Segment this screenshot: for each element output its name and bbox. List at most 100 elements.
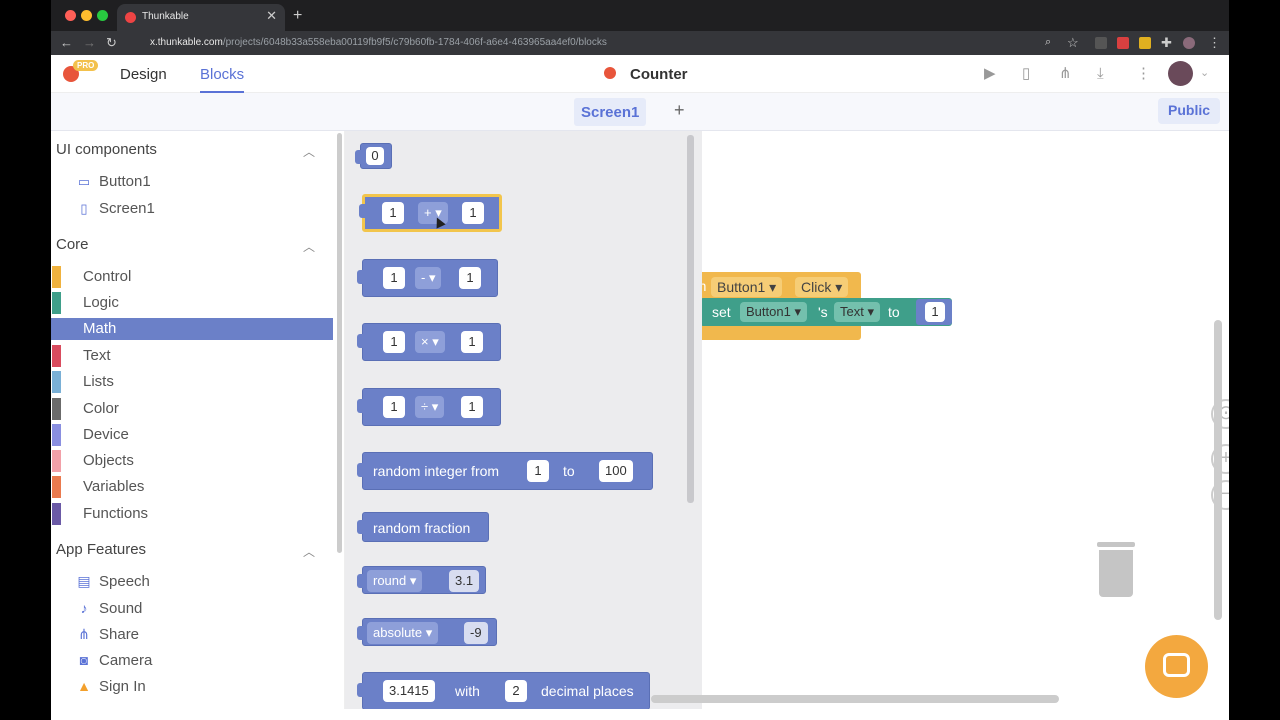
arithmetic-divide-block[interactable]: 1 ÷ ▾ 1 — [357, 388, 501, 426]
random-integer-block[interactable]: random integer from 1 to 100 — [357, 452, 653, 490]
property-dropdown[interactable]: Text ▾ — [834, 302, 880, 322]
operand-a-field[interactable]: 1 — [383, 331, 405, 353]
chat-support-button[interactable] — [1145, 635, 1208, 698]
chevron-up-icon[interactable]: ︿ — [303, 143, 315, 160]
sidebar-item-screen1[interactable]: ▯ Screen1 — [75, 200, 154, 217]
decimal-value-field[interactable]: 3.1415 — [383, 680, 435, 702]
workspace-vertical-scrollbar[interactable] — [1214, 320, 1222, 620]
sidebar-item-logic[interactable]: Logic — [51, 292, 333, 314]
project-title[interactable]: Counter — [630, 66, 688, 83]
decimal-places-block[interactable]: 3.1415 with 2 decimal places — [357, 672, 650, 709]
sidebar-item-control[interactable]: Control — [51, 266, 333, 288]
back-arrow-icon[interactable]: ← — [60, 35, 73, 50]
url-text[interactable]: x.thunkable.com/projects/6048b33a558eba0… — [150, 37, 607, 48]
sidebar-item-device[interactable]: Device — [51, 424, 333, 446]
section-ui-components[interactable]: UI components — [56, 141, 157, 158]
user-avatar[interactable] — [1168, 61, 1193, 86]
new-tab-button[interactable]: + — [293, 8, 302, 24]
extension-yellow-icon[interactable] — [1139, 37, 1151, 49]
tab-design[interactable]: Design — [120, 66, 167, 83]
random-from-field[interactable]: 1 — [527, 460, 549, 482]
browser-tabbar: Thunkable ✕ + — [51, 0, 1229, 31]
absolute-value-field[interactable]: -9 — [464, 622, 488, 644]
number-field[interactable]: 0 — [366, 147, 384, 165]
event-dropdown[interactable]: Click ▾ — [795, 277, 849, 297]
extension-icon[interactable] — [1095, 37, 1107, 49]
number-value-block[interactable]: 1 — [916, 299, 952, 325]
operand-b-field[interactable]: 1 — [459, 267, 481, 289]
arithmetic-subtract-block[interactable]: 1 - ▾ 1 — [357, 259, 498, 297]
section-core[interactable]: Core — [56, 236, 89, 253]
sidebar-item-text[interactable]: Text — [51, 345, 333, 367]
tab-close-icon[interactable]: ✕ — [266, 9, 277, 23]
operand-a-field[interactable]: 1 — [383, 396, 405, 418]
sidebar-item-functions[interactable]: Functions — [51, 503, 333, 525]
add-screen-button[interactable]: + — [674, 101, 685, 119]
random-to-field[interactable]: 100 — [599, 460, 633, 482]
sidebar-item-sound[interactable]: ♪ Sound — [75, 600, 143, 617]
operand-b-field[interactable]: 1 — [461, 396, 483, 418]
trash-icon[interactable] — [1097, 540, 1135, 598]
download-icon[interactable]: ⤓ — [1097, 65, 1104, 82]
set-property-block[interactable]: set Button1 ▾ 's Text ▾ to — [700, 298, 952, 326]
sidebar-item-objects[interactable]: Objects — [51, 450, 333, 472]
arithmetic-add-block[interactable]: 1 + ▾ 1 — [359, 194, 502, 232]
sidebar-item-share[interactable]: ⋔ Share — [75, 626, 139, 643]
operand-a-field[interactable]: 1 — [383, 267, 405, 289]
extension-red-icon[interactable] — [1117, 37, 1129, 49]
absolute-block[interactable]: absolute ▾ -9 — [357, 618, 497, 646]
browser-tab[interactable]: Thunkable ✕ — [117, 4, 285, 31]
operator-dropdown[interactable]: - ▾ — [415, 267, 442, 289]
sidebar-item-camera[interactable]: ◙ Camera — [75, 652, 153, 669]
live-test-phone-icon[interactable]: ▯ — [1022, 65, 1030, 82]
sidebar-item-sign-in[interactable]: ▲ Sign In — [75, 678, 146, 695]
round-op-dropdown[interactable]: round ▾ — [367, 570, 423, 592]
decimal-places-field[interactable]: 2 — [505, 680, 527, 702]
section-app-features[interactable]: App Features — [56, 541, 146, 558]
tab-screen1[interactable]: Screen1 — [574, 98, 647, 126]
chevron-down-icon[interactable]: ⌄ — [1200, 66, 1209, 79]
chevron-up-icon[interactable]: ︿ — [303, 543, 315, 560]
zoom-icon[interactable]: ⌕ — [1045, 35, 1051, 50]
number-value[interactable]: 1 — [925, 302, 945, 322]
set-component-dropdown[interactable]: Button1 ▾ — [740, 302, 807, 322]
component-dropdown[interactable]: Button1 ▾ — [711, 277, 783, 297]
operand-a-field[interactable]: 1 — [382, 202, 404, 224]
close-window-dot[interactable] — [65, 10, 76, 21]
maximize-window-dot[interactable] — [97, 10, 108, 21]
bookmark-star-icon[interactable]: ☆ — [1067, 35, 1079, 50]
round-value-field[interactable]: 3.1 — [449, 570, 480, 592]
flyout-scrollbar[interactable] — [687, 135, 694, 503]
number-block[interactable]: 0 — [355, 143, 392, 169]
workspace-horizontal-scrollbar[interactable] — [651, 695, 1059, 703]
reload-icon[interactable]: ↻ — [106, 35, 117, 50]
category-color-bar — [52, 503, 61, 525]
operand-b-field[interactable]: 1 — [461, 331, 483, 353]
round-block[interactable]: round ▾ 3.1 — [357, 566, 486, 594]
forward-arrow-icon[interactable]: → — [83, 35, 96, 50]
play-icon[interactable]: ▶ — [984, 65, 996, 82]
minimize-window-dot[interactable] — [81, 10, 92, 21]
public-button[interactable]: Public — [1158, 98, 1221, 124]
profile-avatar-icon[interactable] — [1183, 37, 1195, 49]
sidebar-item-speech[interactable]: ▤ Speech — [75, 573, 150, 590]
sidebar-item-variables[interactable]: Variables — [51, 476, 333, 498]
share-icon[interactable]: ⋔ — [1059, 65, 1072, 82]
chevron-up-icon[interactable]: ︿ — [303, 238, 315, 255]
sidebar-item-color[interactable]: Color — [51, 398, 333, 420]
random-fraction-block[interactable]: random fraction — [357, 512, 489, 542]
sidebar-item-button1[interactable]: ▭ Button1 — [75, 173, 151, 190]
arithmetic-multiply-block[interactable]: 1 × ▾ 1 — [357, 323, 501, 361]
operator-dropdown[interactable]: × ▾ — [415, 331, 445, 353]
sidebar-item-math[interactable]: Math — [51, 318, 333, 340]
operand-b-field[interactable]: 1 — [462, 202, 484, 224]
tab-blocks[interactable]: Blocks — [200, 66, 245, 93]
blocks-workspace[interactable]: when Button1 ▾ Click ▾ do set Button1 ▾ … — [345, 131, 1229, 709]
operator-dropdown[interactable]: ÷ ▾ — [415, 396, 445, 418]
menu-dots-icon[interactable]: ⋮ — [1208, 35, 1221, 50]
more-options-icon[interactable]: ⋮ — [1136, 65, 1151, 82]
puzzle-icon[interactable]: ✚ — [1161, 35, 1172, 50]
absolute-op-dropdown[interactable]: absolute ▾ — [367, 622, 439, 644]
sidebar-item-lists[interactable]: Lists — [51, 371, 333, 393]
sidebar-scrollbar[interactable] — [337, 133, 342, 553]
